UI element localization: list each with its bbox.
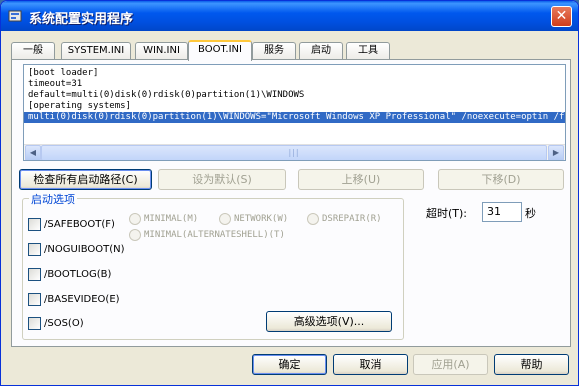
boot-ini-text[interactable]: [boot loader] timeout=31 default=multi(0… [23, 64, 566, 161]
boot-options-label: 启动选项 [29, 191, 77, 207]
advanced-options-button[interactable]: 高级选项(V)... [266, 311, 392, 332]
minimal-alternateshell-radio-label[interactable]: MINIMAL(ALTERNATESHELL)(T) [144, 230, 285, 240]
tab-boot-ini[interactable]: BOOT.INI [188, 40, 252, 61]
safeboot-label[interactable]: /SAFEBOOT(F) [44, 219, 115, 230]
tab-system-ini[interactable]: SYSTEM.INI [61, 42, 131, 60]
check-all-boot-paths-button[interactable]: 检查所有启动路径(C) [19, 169, 152, 190]
timeout-input[interactable]: 31 [482, 202, 522, 222]
network-radio[interactable] [219, 213, 231, 225]
title-bar[interactable]: 系统配置实用程序 ✕ [1, 1, 578, 31]
bootlog-label[interactable]: /BOOTLOG(B) [44, 269, 111, 280]
dsrepair-radio[interactable] [307, 213, 319, 225]
minimal-alternateshell-radio[interactable] [129, 229, 141, 241]
noguiboot-label[interactable]: /NOGUIBOOT(N) [44, 244, 125, 255]
tab-tools[interactable]: 工具 [346, 42, 390, 60]
scroll-left-icon[interactable]: ◀ [25, 145, 41, 160]
timeout-label: 超时(T): [426, 207, 468, 220]
noguiboot-checkbox[interactable] [28, 243, 41, 256]
horizontal-scrollbar[interactable]: ◀ ||| ▶ [24, 144, 565, 160]
tab-general[interactable]: 一般 [11, 42, 55, 60]
close-button[interactable]: ✕ [551, 6, 572, 27]
system-config-window: 系统配置实用程序 ✕ 一般 SYSTEM.INI WIN.INI BOOT.IN… [0, 0, 579, 386]
network-radio-label[interactable]: NETWORK(W) [234, 214, 288, 224]
move-up-button[interactable]: 上移(U) [298, 169, 424, 190]
minimal-radio-label[interactable]: MINIMAL(M) [144, 214, 198, 224]
timeout-unit-label: 秒 [525, 207, 536, 220]
boot-ini-line[interactable]: [operating systems] [28, 101, 131, 112]
tab-startup[interactable]: 启动 [299, 42, 343, 60]
boot-ini-line[interactable]: default=multi(0)disk(0)rdisk(0)partition… [28, 90, 304, 101]
ok-button[interactable]: 确定 [252, 354, 327, 375]
msconfig-app-icon [8, 10, 22, 22]
move-down-button[interactable]: 下移(D) [438, 169, 564, 190]
sos-checkbox[interactable] [28, 317, 41, 330]
basevideo-checkbox[interactable] [28, 293, 41, 306]
minimal-radio[interactable] [129, 213, 141, 225]
safeboot-checkbox[interactable] [28, 218, 41, 231]
scroll-thumb[interactable]: ||| [41, 145, 547, 160]
tab-services[interactable]: 服务 [252, 42, 296, 60]
set-default-button[interactable]: 设为默认(S) [158, 169, 286, 190]
scroll-right-icon[interactable]: ▶ [548, 145, 564, 160]
bootlog-checkbox[interactable] [28, 268, 41, 281]
basevideo-label[interactable]: /BASEVIDEO(E) [44, 294, 120, 305]
apply-button[interactable]: 应用(A) [413, 354, 488, 375]
sos-label[interactable]: /SOS(O) [44, 318, 84, 329]
boot-ini-line[interactable]: [boot loader] [28, 68, 98, 79]
dsrepair-radio-label[interactable]: DSREPAIR(R) [322, 214, 382, 224]
boot-ini-line-selected[interactable]: multi(0)disk(0)rdisk(0)partition(1)\WIND… [24, 112, 565, 123]
cancel-button[interactable]: 取消 [333, 354, 408, 375]
help-button[interactable]: 帮助 [494, 354, 569, 375]
window-title: 系统配置实用程序 [29, 12, 134, 27]
tab-win-ini[interactable]: WIN.INI [135, 42, 188, 60]
boot-ini-line[interactable]: timeout=31 [28, 79, 82, 90]
